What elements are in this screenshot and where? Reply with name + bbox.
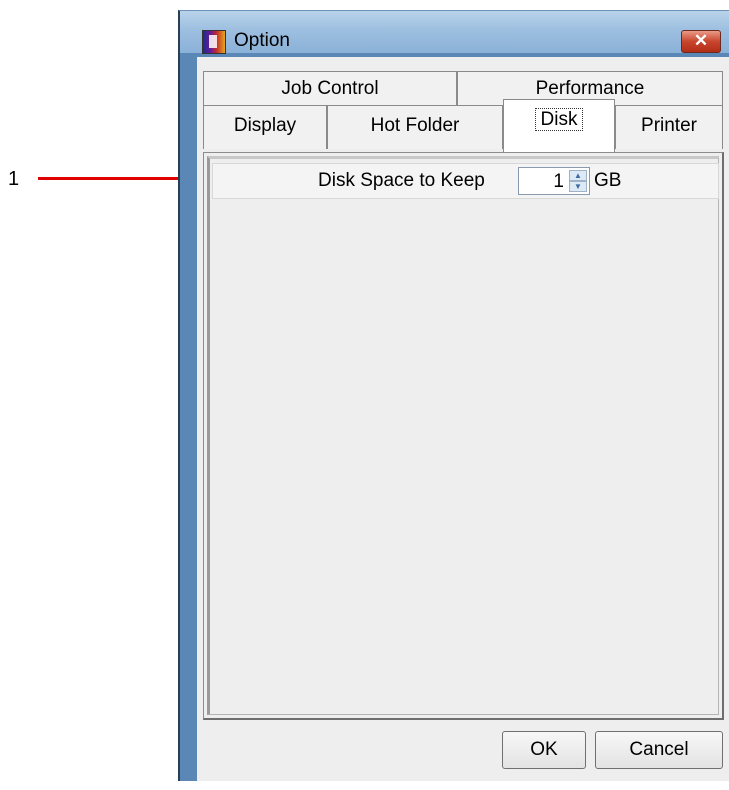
tab-label: Disk (534, 108, 584, 131)
option-dialog: Option ✕ Job Control Performance Display… (178, 10, 729, 781)
tab-display[interactable]: Display (203, 105, 327, 149)
tab-disk[interactable]: Disk (503, 99, 615, 153)
spinner-down-icon[interactable]: ▼ (569, 181, 587, 192)
panel-frame: Disk Space to Keep 1 ▲ ▼ GB (207, 156, 719, 715)
callout-number: 1 (8, 168, 20, 190)
cancel-button[interactable]: Cancel (595, 731, 723, 769)
dialog-client: Job Control Performance Display Hot Fold… (197, 57, 729, 781)
disk-space-spinner[interactable]: 1 ▲ ▼ (518, 167, 590, 195)
spinner-up-icon[interactable]: ▲ (569, 170, 587, 181)
app-icon (202, 30, 226, 54)
tab-printer[interactable]: Printer (615, 105, 723, 149)
window-title: Option (234, 30, 290, 51)
disk-space-label: Disk Space to Keep (318, 170, 485, 191)
tab-label: Hot Folder (370, 115, 460, 136)
title-bar[interactable]: Option ✕ (180, 11, 729, 54)
tab-label: Job Control (281, 78, 379, 99)
tab-label: Performance (535, 78, 645, 99)
ok-button[interactable]: OK (502, 731, 586, 769)
close-button[interactable]: ✕ (681, 30, 721, 53)
disk-space-row: Disk Space to Keep 1 ▲ ▼ GB (212, 163, 719, 199)
tab-job-control[interactable]: Job Control (203, 71, 457, 105)
tab-hot-folder[interactable]: Hot Folder (327, 105, 503, 149)
close-icon: ✕ (693, 31, 709, 50)
disk-space-unit: GB (594, 170, 622, 191)
disk-space-value[interactable]: 1 (553, 171, 564, 193)
disk-panel: Disk Space to Keep 1 ▲ ▼ GB (203, 152, 724, 720)
tab-label: Printer (641, 115, 697, 136)
tab-label: Display (233, 115, 297, 136)
